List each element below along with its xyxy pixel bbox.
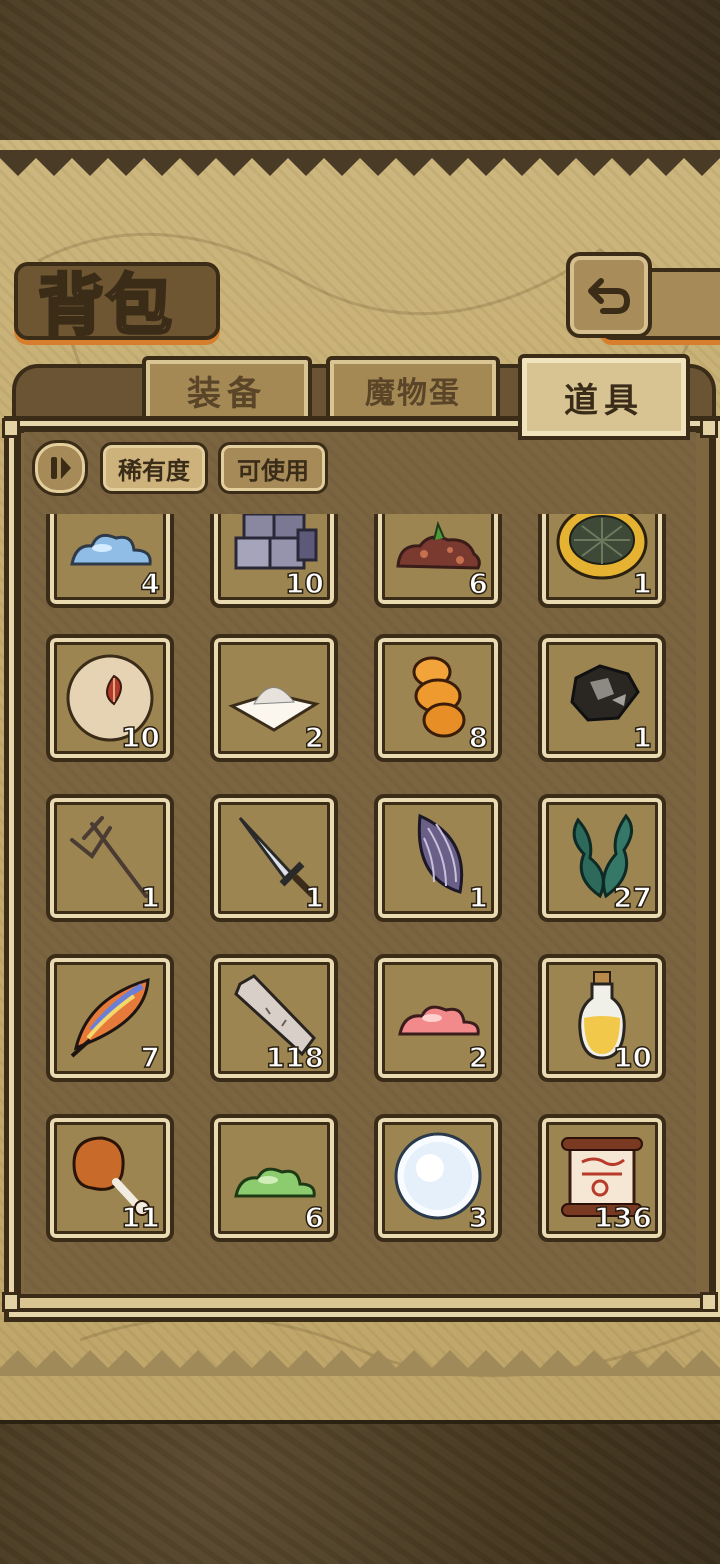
item-quantity: 11 [120,1200,160,1235]
filter-rarity-button[interactable]: 稀有度 [100,442,208,494]
item-slot[interactable]: 4 [46,514,174,608]
item-slot[interactable]: 10 [210,514,338,608]
item-quantity: 2 [468,1040,489,1075]
item-slot[interactable]: 2 [374,954,502,1082]
item-slot[interactable]: 1 [210,794,338,922]
item-quantity: 1 [632,720,653,755]
item-quantity: 6 [468,566,489,601]
item-slot[interactable]: 2 [210,634,338,762]
filter-usable-button[interactable]: 可使用 [218,442,328,494]
item-quantity: 10 [284,566,324,601]
item-slot[interactable]: 1 [374,794,502,922]
item-quantity: 1 [632,566,653,601]
item-slot[interactable]: 118 [210,954,338,1082]
rail-post [2,1292,20,1312]
item-grid: 4 10 6 1 10 2 8 1 1 1 1 27 7 118 2 10 11… [30,514,690,1294]
item-quantity: 118 [265,1040,325,1075]
zigzag-bottom-edge [0,1350,720,1376]
item-quantity: 3 [468,1200,489,1235]
return-arrow-icon [588,278,631,314]
item-quantity: 6 [304,1200,325,1235]
tab-items[interactable]: 道具 [518,354,690,440]
item-quantity: 136 [593,1200,653,1235]
item-slot[interactable]: 1 [538,514,666,608]
item-slot[interactable]: 1 [46,794,174,922]
item-slot[interactable]: 8 [374,634,502,762]
item-quantity: 1 [304,880,325,915]
item-slot[interactable]: 11 [46,1114,174,1242]
item-quantity: 27 [612,880,652,915]
pause-sort-icon [51,457,71,479]
item-quantity: 4 [140,566,161,601]
item-quantity: 2 [304,720,325,755]
bottom-map-border [0,1420,720,1564]
item-quantity: 1 [140,880,161,915]
item-slot[interactable]: 3 [374,1114,502,1242]
item-slot[interactable]: 27 [538,794,666,922]
tab-monster-eggs[interactable]: 魔物蛋 [326,356,500,424]
item-slot[interactable]: 136 [538,1114,666,1242]
item-slot[interactable]: 6 [210,1114,338,1242]
tab-equipment[interactable]: 装备 [142,356,312,424]
panel-bottom-rail [4,1294,716,1312]
item-slot[interactable]: 6 [374,514,502,608]
item-quantity: 8 [468,720,489,755]
item-quantity: 1 [468,880,489,915]
item-slot[interactable]: 1 [538,634,666,762]
item-quantity: 10 [120,720,160,755]
item-slot[interactable]: 7 [46,954,174,1082]
item-slot[interactable]: 10 [46,634,174,762]
item-quantity: 10 [612,1040,652,1075]
item-slot[interactable]: 10 [538,954,666,1082]
top-map-border [0,0,720,144]
zigzag-top-edge [0,150,720,176]
sort-toggle-button[interactable] [32,440,88,496]
item-quantity: 7 [140,1040,161,1075]
rail-post [2,418,20,438]
rail-post [700,1292,718,1312]
back-button[interactable] [566,252,652,338]
page-title: 背包 [37,265,174,346]
rail-post [700,418,718,438]
